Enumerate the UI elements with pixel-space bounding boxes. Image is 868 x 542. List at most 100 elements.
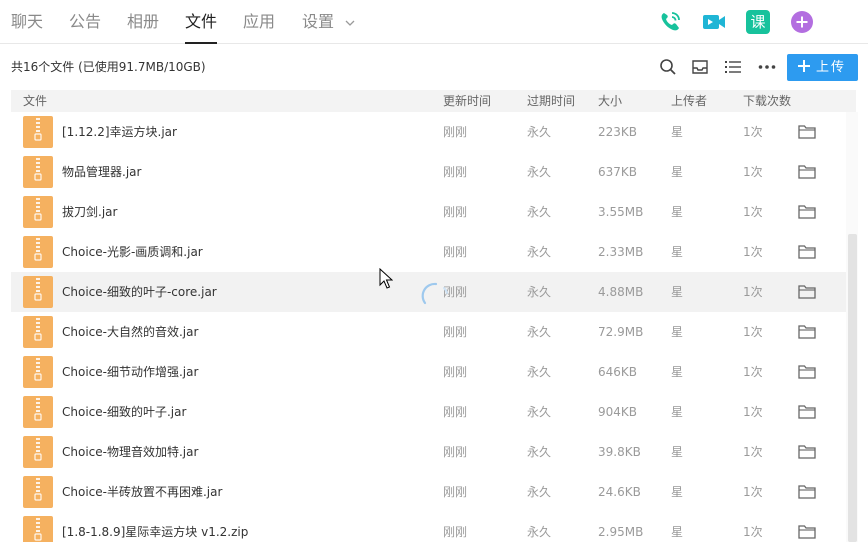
- archive-file-icon: [23, 196, 53, 228]
- archive-file-icon: [23, 276, 53, 308]
- downloads-cell: 1次: [743, 245, 763, 259]
- add-circle-icon[interactable]: [789, 9, 815, 35]
- column-header-size[interactable]: 大小: [598, 94, 622, 108]
- course-icon[interactable]: 课: [746, 10, 770, 34]
- tab-album[interactable]: 相册: [127, 11, 159, 33]
- tab-files[interactable]: 文件: [185, 11, 218, 44]
- file-row[interactable]: [1.12.2]幸运方块.jar 刚刚 永久 223KB 星 1次: [11, 112, 846, 152]
- phone-icon[interactable]: [657, 9, 683, 35]
- upload-button-label: 上传: [816, 60, 847, 75]
- file-row[interactable]: Choice-细节动作增强.jar 刚刚 永久 646KB 星 1次: [11, 352, 846, 392]
- video-icon[interactable]: [701, 9, 727, 35]
- open-folder-icon[interactable]: [798, 484, 816, 499]
- uploader-cell: 星: [671, 325, 684, 339]
- file-row[interactable]: Choice-细致的叶子.jar 刚刚 永久 904KB 星 1次: [11, 392, 846, 432]
- uploader-cell: 星: [671, 365, 684, 379]
- column-header-updated[interactable]: 更新时间: [443, 94, 491, 108]
- file-name[interactable]: Choice-细致的叶子-core.jar: [62, 285, 217, 299]
- downloads-cell: 1次: [743, 445, 763, 459]
- file-name[interactable]: Choice-半砖放置不再困难.jar: [62, 485, 222, 499]
- updated-cell: 刚刚: [443, 525, 468, 539]
- file-row[interactable]: 物品管理器.jar 刚刚 永久 637KB 星 1次: [11, 152, 846, 192]
- expires-cell: 永久: [527, 365, 552, 379]
- column-header-uploader[interactable]: 上传者: [671, 94, 707, 108]
- scrollbar-thumb[interactable]: [848, 234, 857, 542]
- file-name[interactable]: Choice-大自然的音效.jar: [62, 325, 198, 339]
- updated-cell: 刚刚: [443, 365, 468, 379]
- tab-chat[interactable]: 聊天: [11, 11, 43, 33]
- archive-file-icon: [23, 236, 53, 268]
- open-folder-icon[interactable]: [798, 164, 816, 179]
- file-name[interactable]: [1.8-1.8.9]星际幸运方块 v1.2.zip: [62, 525, 248, 539]
- inbox-icon[interactable]: [690, 57, 710, 77]
- tab-files-label: 文件: [185, 12, 218, 31]
- file-name[interactable]: 拔刀剑.jar: [62, 205, 117, 219]
- file-name[interactable]: [1.12.2]幸运方块.jar: [62, 125, 177, 139]
- size-cell: 637KB: [598, 165, 638, 179]
- uploader-cell: 星: [671, 125, 684, 139]
- file-name[interactable]: Choice-细致的叶子.jar: [62, 405, 186, 419]
- downloads-cell: 1次: [743, 365, 763, 379]
- archive-file-icon: [23, 156, 53, 188]
- size-cell: 904KB: [598, 405, 638, 419]
- column-header-name[interactable]: 文件: [23, 94, 47, 108]
- open-folder-icon[interactable]: [798, 444, 816, 459]
- loading-spinner-icon: [421, 282, 448, 305]
- list-icon[interactable]: [723, 57, 743, 77]
- file-row[interactable]: [1.8-1.8.9]星际幸运方块 v1.2.zip 刚刚 永久 2.95MB 星 1次: [11, 512, 846, 542]
- more-icon[interactable]: [757, 57, 777, 77]
- file-row[interactable]: Choice-大自然的音效.jar 刚刚 永久 72.9MB 星 1次: [11, 312, 846, 352]
- uploader-cell: 星: [671, 405, 684, 419]
- file-name[interactable]: Choice-细节动作增强.jar: [62, 365, 198, 379]
- updated-cell: 刚刚: [443, 405, 468, 419]
- tab-announcements[interactable]: 公告: [69, 11, 101, 33]
- open-folder-icon[interactable]: [798, 524, 816, 539]
- expires-cell: 永久: [527, 485, 552, 499]
- updated-cell: 刚刚: [443, 165, 468, 179]
- upload-button[interactable]: 上传: [787, 54, 858, 81]
- search-icon[interactable]: [658, 57, 678, 77]
- expires-cell: 永久: [527, 165, 552, 179]
- file-toolbar: 共16个文件 (已使用91.7MB/10GB) 上传: [0, 44, 868, 90]
- downloads-cell: 1次: [743, 125, 763, 139]
- expires-cell: 永久: [527, 285, 552, 299]
- file-name[interactable]: Choice-光影-画质调和.jar: [62, 245, 203, 259]
- open-folder-icon[interactable]: [798, 284, 816, 299]
- tab-apps[interactable]: 应用: [243, 11, 275, 33]
- tab-settings[interactable]: 设置: [302, 11, 355, 33]
- open-folder-icon[interactable]: [798, 364, 816, 379]
- file-row[interactable]: Choice-半砖放置不再困难.jar 刚刚 永久 24.6KB 星 1次: [11, 472, 846, 512]
- archive-file-icon: [23, 516, 53, 542]
- file-row[interactable]: Choice-光影-画质调和.jar 刚刚 永久 2.33MB 星 1次: [11, 232, 846, 272]
- column-header-expires[interactable]: 过期时间: [527, 94, 575, 108]
- file-name[interactable]: Choice-物理音效加特.jar: [62, 445, 198, 459]
- open-folder-icon[interactable]: [798, 244, 816, 259]
- downloads-cell: 1次: [743, 485, 763, 499]
- open-folder-icon[interactable]: [798, 124, 816, 139]
- file-row[interactable]: Choice-物理音效加特.jar 刚刚 永久 39.8KB 星 1次: [11, 432, 846, 472]
- open-folder-icon[interactable]: [798, 204, 816, 219]
- updated-cell: 刚刚: [443, 125, 468, 139]
- expires-cell: 永久: [527, 325, 552, 339]
- column-header-downloads[interactable]: 下载次数: [743, 94, 791, 108]
- downloads-cell: 1次: [743, 325, 763, 339]
- file-row[interactable]: 拔刀剑.jar 刚刚 永久 3.55MB 星 1次: [11, 192, 846, 232]
- uploader-cell: 星: [671, 485, 684, 499]
- size-cell: 72.9MB: [598, 325, 644, 339]
- expires-cell: 永久: [527, 445, 552, 459]
- updated-cell: 刚刚: [443, 245, 468, 259]
- plus-icon: [798, 60, 810, 72]
- open-folder-icon[interactable]: [798, 324, 816, 339]
- uploader-cell: 星: [671, 525, 684, 539]
- downloads-cell: 1次: [743, 405, 763, 419]
- expires-cell: 永久: [527, 245, 552, 259]
- expires-cell: 永久: [527, 205, 552, 219]
- archive-file-icon: [23, 316, 53, 348]
- top-nav: 聊天 公告 相册 文件 应用 设置 课: [0, 0, 868, 44]
- open-folder-icon[interactable]: [798, 404, 816, 419]
- archive-file-icon: [23, 396, 53, 428]
- size-cell: 2.95MB: [598, 525, 644, 539]
- chevron-down-icon: [345, 20, 355, 26]
- downloads-cell: 1次: [743, 285, 763, 299]
- file-name[interactable]: 物品管理器.jar: [62, 165, 141, 179]
